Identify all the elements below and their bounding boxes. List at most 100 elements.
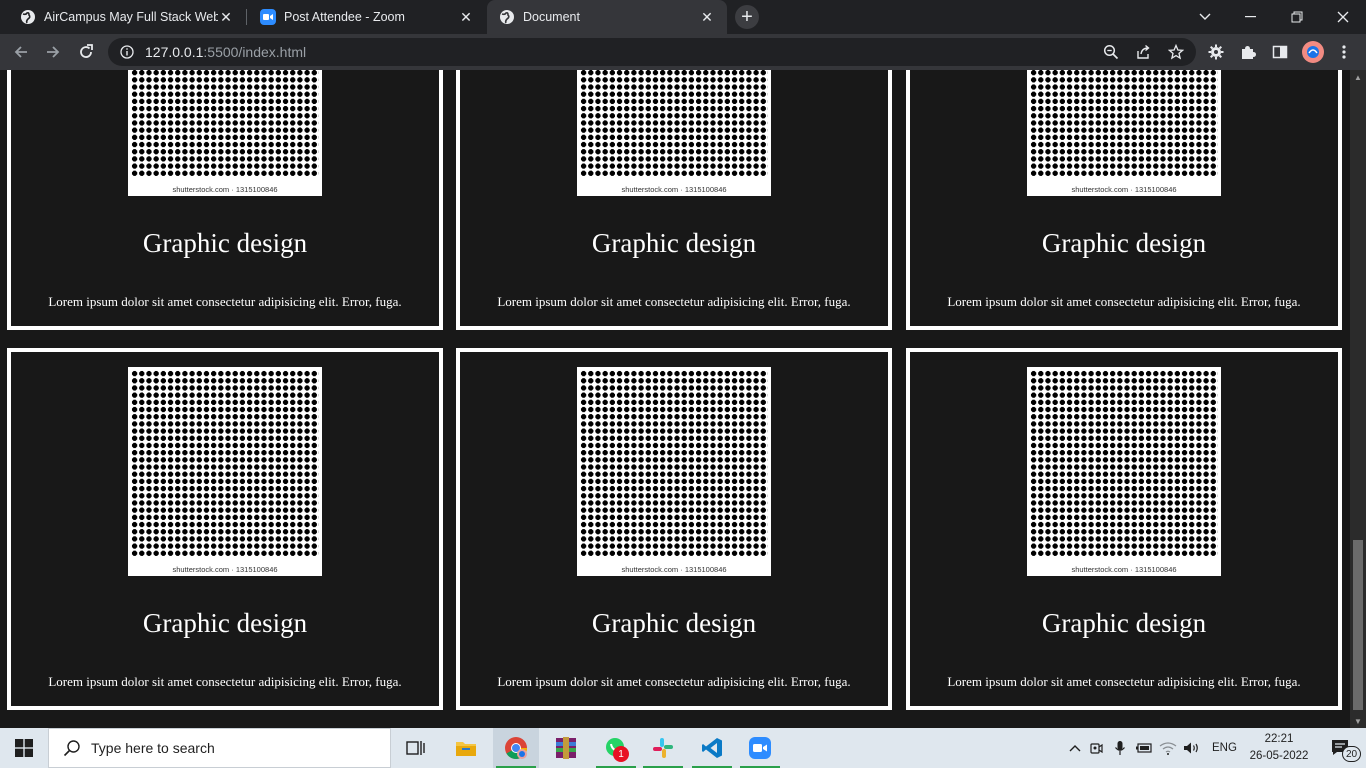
vertical-scrollbar[interactable]: ▲ ▼ — [1350, 70, 1366, 728]
start-button[interactable] — [0, 728, 48, 768]
zoom-app-icon[interactable] — [737, 728, 783, 768]
card-title: Graphic design — [142, 608, 308, 638]
winrar-icon[interactable] — [543, 728, 589, 768]
profile-avatar[interactable] — [1302, 41, 1324, 63]
minimize-button[interactable] — [1228, 0, 1274, 34]
zoom-lens-icon[interactable] — [1103, 44, 1119, 60]
microphone-icon[interactable] — [1108, 740, 1132, 756]
dot-grid-pattern — [580, 370, 768, 556]
battery-icon[interactable] — [1132, 742, 1156, 754]
forward-button[interactable] — [39, 38, 67, 66]
image-caption: shutterstock.com · 1315100846 — [1071, 185, 1177, 194]
dot-grid-pattern — [1030, 370, 1218, 556]
card: shutterstock.com · 1315100846 Graphic de… — [7, 70, 443, 330]
search-icon — [63, 740, 80, 757]
volume-icon[interactable] — [1180, 741, 1204, 755]
card-title: Graphic design — [591, 228, 757, 258]
tab-search-button[interactable] — [1182, 0, 1228, 34]
card-text: Lorem ipsum dolor sit amet consectetur a… — [947, 674, 1301, 689]
tab-document[interactable]: Document ✕ — [487, 0, 727, 34]
chevron-up-icon[interactable] — [1066, 744, 1084, 752]
zoom-icon — [260, 9, 276, 25]
system-tray: ENG — [1066, 728, 1237, 768]
url-path: :5500/index.html — [203, 44, 307, 60]
card-title: Graphic design — [1041, 228, 1207, 258]
scroll-down-arrow-icon[interactable]: ▼ — [1350, 714, 1366, 728]
clock[interactable]: 22:21 26-05-2022 — [1244, 731, 1314, 765]
url-text: 127.0.0.1:5500/index.html — [145, 44, 306, 60]
close-icon[interactable]: ✕ — [458, 9, 474, 25]
info-icon[interactable] — [119, 44, 135, 60]
card-title: Graphic design — [1041, 608, 1207, 638]
globe-icon — [20, 9, 36, 25]
page-viewport: shutterstock.com · 1315100846 Graphic de… — [0, 70, 1350, 728]
tab-title: Document — [523, 10, 580, 24]
tab-title: Post Attendee - Zoom — [284, 10, 405, 24]
scroll-up-arrow-icon[interactable]: ▲ — [1350, 70, 1366, 84]
browser-toolbar: 127.0.0.1:5500/index.html — [0, 34, 1366, 70]
wifi-icon[interactable] — [1156, 741, 1180, 755]
language-indicator[interactable]: ENG — [1212, 742, 1237, 754]
card: shutterstock.com · 1315100846 Graphic de… — [906, 70, 1342, 330]
image-caption: shutterstock.com · 1315100846 — [621, 185, 727, 194]
address-bar[interactable]: 127.0.0.1:5500/index.html — [108, 38, 1196, 66]
new-tab-button[interactable]: + — [735, 5, 759, 29]
tab-aircampus[interactable]: AirCampus May Full Stack Web D ✕ — [0, 0, 246, 34]
clock-time: 22:21 — [1264, 733, 1294, 745]
notification-center-icon[interactable]: 20 — [1318, 728, 1364, 768]
tab-zoom[interactable]: Post Attendee - Zoom ✕ — [240, 0, 486, 34]
close-icon[interactable]: ✕ — [699, 9, 715, 25]
card-title: Graphic design — [591, 608, 757, 638]
restore-button[interactable] — [1274, 0, 1320, 34]
url-host: 127.0.0.1 — [145, 44, 204, 60]
globe-icon — [499, 9, 515, 25]
card-image: shutterstock.com · 1315100846 — [577, 367, 771, 576]
card-text: Lorem ipsum dolor sit amet consectetur a… — [947, 294, 1301, 309]
menu-kebab-icon[interactable] — [1335, 43, 1353, 61]
whatsapp-icon[interactable]: 1 — [593, 728, 639, 768]
tab-title: AirCampus May Full Stack Web D — [44, 10, 218, 24]
bookmark-star-icon[interactable] — [1167, 43, 1185, 60]
reload-button[interactable] — [72, 38, 100, 66]
image-caption: shutterstock.com · 1315100846 — [172, 185, 278, 194]
taskbar-search-input[interactable]: Type here to search — [48, 728, 391, 768]
extension-gear-icon[interactable] — [1207, 43, 1225, 61]
dot-grid-pattern — [131, 70, 319, 176]
slack-icon[interactable] — [640, 728, 686, 768]
back-button[interactable] — [7, 38, 35, 66]
card-image: shutterstock.com · 1315100846 — [1027, 367, 1221, 576]
image-caption: shutterstock.com · 1315100846 — [172, 565, 278, 574]
search-placeholder: Type here to search — [91, 740, 215, 756]
card-image: shutterstock.com · 1315100846 — [128, 367, 322, 576]
card-title: Graphic design — [142, 228, 308, 258]
tab-strip: AirCampus May Full Stack Web D ✕ Post At… — [0, 0, 1366, 34]
card-text: Lorem ipsum dolor sit amet consectetur a… — [497, 294, 851, 309]
file-explorer-icon[interactable] — [443, 728, 489, 768]
task-view-button[interactable] — [393, 728, 439, 768]
dot-grid-pattern — [580, 70, 768, 176]
side-panel-icon[interactable] — [1271, 43, 1289, 61]
card: shutterstock.com · 1315100846 Graphic de… — [456, 348, 892, 710]
chrome-icon[interactable] — [493, 728, 539, 768]
card: shutterstock.com · 1315100846 Graphic de… — [906, 348, 1342, 710]
card-image: shutterstock.com · 1315100846 — [577, 70, 771, 196]
card: shutterstock.com · 1315100846 Graphic de… — [7, 348, 443, 710]
card-text: Lorem ipsum dolor sit amet consectetur a… — [497, 674, 851, 689]
camera-icon[interactable] — [1084, 741, 1108, 755]
notification-count: 20 — [1342, 746, 1361, 762]
dot-grid-pattern — [131, 370, 319, 556]
card-image: shutterstock.com · 1315100846 — [128, 70, 322, 196]
clock-date: 26-05-2022 — [1249, 750, 1309, 762]
windows-taskbar: Type here to search 1 ENG 22:21 26-05-20… — [0, 728, 1366, 768]
card: shutterstock.com · 1315100846 Graphic de… — [456, 70, 892, 330]
card-text: Lorem ipsum dolor sit amet consectetur a… — [48, 674, 402, 689]
share-icon[interactable] — [1136, 44, 1152, 60]
vscode-icon[interactable] — [689, 728, 735, 768]
image-caption: shutterstock.com · 1315100846 — [621, 565, 727, 574]
close-icon[interactable]: ✕ — [218, 9, 234, 25]
close-window-button[interactable] — [1320, 0, 1366, 34]
scrollbar-thumb[interactable] — [1353, 540, 1363, 710]
dot-grid-pattern — [1030, 70, 1218, 176]
card-image: shutterstock.com · 1315100846 — [1027, 70, 1221, 196]
extensions-puzzle-icon[interactable] — [1239, 43, 1257, 61]
